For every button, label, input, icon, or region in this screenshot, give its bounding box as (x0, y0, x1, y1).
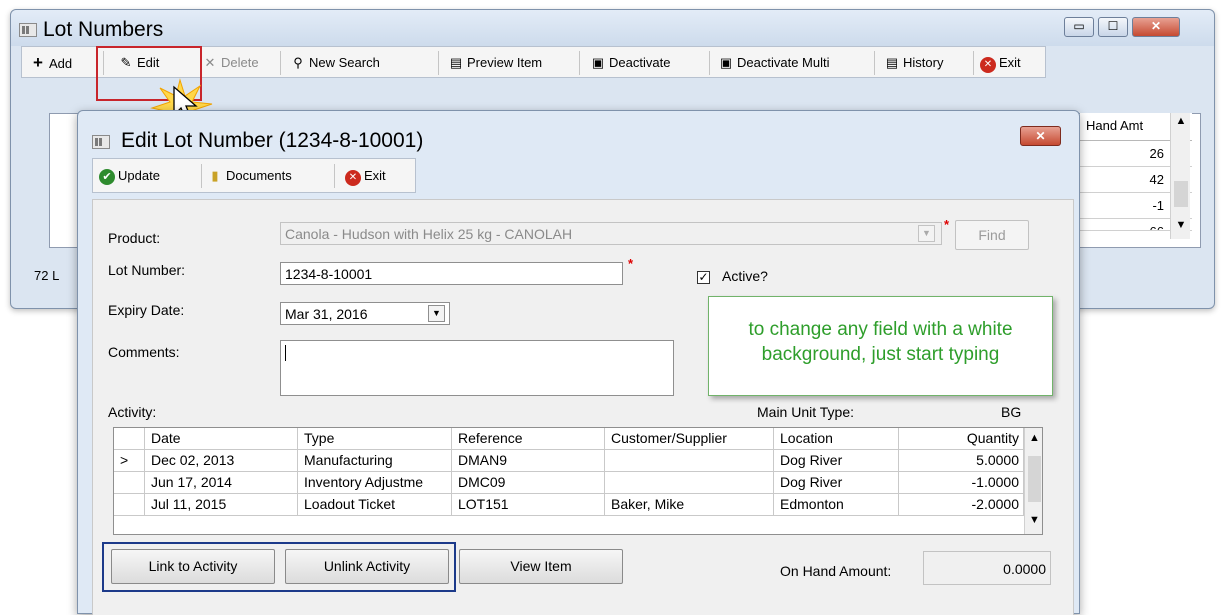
deactivate-multi-button[interactable]: ▣ Deactivate Multi (718, 53, 830, 73)
product-field: Canola - Hudson with Helix 25 kg - CANOL… (280, 222, 942, 245)
active-checkbox[interactable]: ✓ (697, 271, 710, 284)
active-label: Active? (722, 268, 768, 284)
dialog-close-button[interactable]: ✕ (1020, 126, 1061, 146)
maximize-button[interactable]: ☐ (1098, 17, 1128, 37)
cell-date: Dec 02, 2013 (145, 450, 298, 472)
required-marker: * (628, 256, 634, 271)
cell-customer (605, 472, 774, 494)
tip-callout: to change any field with a white backgro… (708, 296, 1053, 396)
find-button[interactable]: Find (955, 220, 1029, 250)
view-item-button[interactable]: View Item (459, 549, 623, 584)
scroll-down-icon[interactable]: ▼ (1171, 219, 1191, 231)
record-count: 72 L (34, 268, 60, 283)
table-row[interactable]: Jul 11, 2015 Loadout Ticket LOT151 Baker… (114, 494, 1024, 516)
main-unit-type-value: BG (1001, 404, 1022, 420)
exit-icon: ✕ (345, 170, 361, 186)
exit-button[interactable]: ✕ Exit (980, 53, 1021, 73)
scroll-up-icon[interactable]: ▲ (1171, 115, 1191, 127)
dialog-app-icon (92, 135, 110, 149)
row-marker (114, 472, 145, 494)
expiry-date-label: Expiry Date: (108, 302, 185, 318)
activity-scrollbar[interactable]: ▲ ▼ (1024, 428, 1042, 534)
cell-date: Jul 11, 2015 (145, 494, 298, 516)
activity-label: Activity: (108, 404, 157, 420)
scroll-thumb[interactable] (1028, 456, 1041, 502)
update-button[interactable]: ✔ Update (99, 166, 160, 186)
expiry-date-input[interactable]: Mar 31, 2016 (280, 302, 450, 325)
dialog-title: Edit Lot Number (1234-8-10001) (121, 129, 424, 152)
activity-grid[interactable]: Date Type Reference Customer/Supplier Lo… (113, 427, 1043, 535)
expiry-dropdown-icon[interactable]: ▼ (428, 305, 445, 322)
cell-quantity: -2.0000 (899, 494, 1024, 516)
text-caret (285, 345, 286, 361)
deactivate-multi-icon: ▣ (719, 55, 733, 70)
scroll-up-icon[interactable]: ▲ (1025, 432, 1042, 444)
cell-location: Dog River (774, 450, 899, 472)
table-row[interactable]: Jun 17, 2014 Inventory Adjustme DMC09 Do… (114, 472, 1024, 494)
dialog-toolbar: ✔ Update ▮ Documents ✕ Exit (92, 158, 416, 193)
main-unit-type-label: Main Unit Type: (757, 404, 855, 420)
column-header-reference[interactable]: Reference (452, 428, 605, 450)
scroll-thumb[interactable] (1174, 181, 1188, 207)
table-row[interactable]: > Dec 02, 2013 Manufacturing DMAN9 Dog R… (114, 450, 1024, 472)
column-header-location[interactable]: Location (774, 428, 899, 450)
on-hand-amount-label: On Hand Amount: (780, 563, 892, 579)
row-marker: > (114, 450, 145, 472)
minimize-button[interactable]: ▭ (1064, 17, 1094, 37)
comments-label: Comments: (108, 344, 180, 360)
product-label: Product: (108, 230, 161, 246)
cell-customer (605, 450, 774, 472)
column-header-date[interactable]: Date (145, 428, 298, 450)
cell-date: Jun 17, 2014 (145, 472, 298, 494)
activity-header-row: Date Type Reference Customer/Supplier Lo… (114, 428, 1024, 450)
column-header-quantity[interactable]: Quantity (899, 428, 1024, 450)
cell-reference: DMAN9 (452, 450, 605, 472)
documents-button[interactable]: ▮ Documents (207, 166, 291, 186)
binoculars-icon: ⚲ (293, 55, 303, 70)
cell-location: Dog River (774, 472, 899, 494)
cell-reference: DMC09 (452, 472, 605, 494)
row-marker (114, 494, 145, 516)
x-icon: ✕ (204, 55, 216, 70)
product-dropdown-icon: ▼ (918, 225, 935, 242)
history-icon: ▤ (885, 55, 899, 70)
preview-item-button[interactable]: ▤ Preview Item (448, 53, 542, 73)
title-bar: Lot Numbers ▭ ☐ ✕ (11, 10, 1214, 46)
exit-icon: ✕ (980, 57, 996, 73)
documents-icon: ▮ (211, 168, 219, 183)
grid-scrollbar[interactable]: ▲ ▼ (1170, 113, 1190, 239)
column-header-customer[interactable]: Customer/Supplier (605, 428, 774, 450)
delete-button[interactable]: ✕ Delete (202, 53, 259, 73)
close-button[interactable]: ✕ (1132, 17, 1180, 37)
preview-icon: ▤ (449, 55, 463, 70)
scroll-down-icon[interactable]: ▼ (1025, 514, 1042, 526)
on-hand-amount-field: 0.0000 (923, 551, 1051, 585)
add-button[interactable]: + Add (30, 53, 72, 73)
deactivate-icon: ▣ (591, 55, 605, 70)
cell-customer: Baker, Mike (605, 494, 774, 516)
required-marker: * (944, 217, 950, 232)
cell-type: Manufacturing (298, 450, 452, 472)
history-button[interactable]: ▤ History (884, 53, 944, 73)
cell-type: Inventory Adjustme (298, 472, 452, 494)
deactivate-button[interactable]: ▣ Deactivate (590, 53, 671, 73)
comments-input[interactable] (280, 340, 674, 396)
window-title: Lot Numbers (43, 18, 164, 41)
row-marker-header (114, 428, 145, 450)
cell-type: Loadout Ticket (298, 494, 452, 516)
cell-location: Edmonton (774, 494, 899, 516)
cell-reference: LOT151 (452, 494, 605, 516)
lot-number-input[interactable]: 1234-8-10001 (280, 262, 623, 285)
app-icon (19, 23, 37, 37)
cell-quantity: -1.0000 (899, 472, 1024, 494)
cell-quantity: 5.0000 (899, 450, 1024, 472)
column-header-type[interactable]: Type (298, 428, 452, 450)
new-search-button[interactable]: ⚲ New Search (290, 53, 380, 73)
lot-number-label: Lot Number: (108, 262, 186, 278)
check-icon: ✔ (99, 169, 115, 185)
dialog-exit-button[interactable]: ✕ Exit (345, 166, 386, 186)
link-buttons-highlight-box (102, 542, 456, 592)
plus-icon: + (33, 53, 43, 72)
